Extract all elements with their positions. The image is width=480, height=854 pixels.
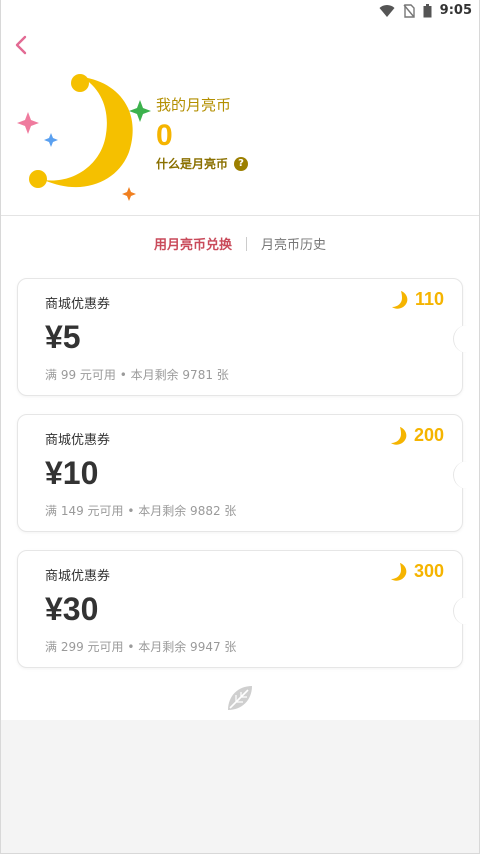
coupon-title: 商城优惠券 xyxy=(45,297,111,312)
coupon-card[interactable]: 商城优惠券 ¥5 满 99 元可用 • 本月剩余 9781 张 110 xyxy=(17,278,471,396)
no-sim-icon xyxy=(403,3,415,18)
coupon-cost-value: 110 xyxy=(414,289,444,309)
moon-icon xyxy=(391,290,408,309)
moon-icon xyxy=(390,426,407,445)
ticket-notch xyxy=(453,325,471,353)
coupon-cost: 200 xyxy=(390,425,444,446)
tab-bar: 用月亮币兑换 月亮币历史 xyxy=(0,234,480,253)
coupon-price: ¥5 xyxy=(45,319,81,355)
ticket-notch xyxy=(453,461,471,489)
coupon-cost-value: 200 xyxy=(413,425,444,445)
content-area: 用月亮币兑换 月亮币历史 商城优惠券 ¥5 满 99 元可用 • 本月剩余 97… xyxy=(0,216,480,720)
help-icon: ? xyxy=(234,156,249,171)
what-is-moon-coin-link[interactable]: 什么是月亮币 ? xyxy=(156,155,249,172)
chevron-left-icon xyxy=(15,35,27,55)
coupon-cost: 300 xyxy=(390,561,444,582)
tab-history[interactable]: 月亮币历史 xyxy=(261,234,326,253)
balance-label: 我的月亮币 xyxy=(156,96,232,114)
moon-illustration xyxy=(17,74,151,201)
balance-amount: 0 xyxy=(156,119,173,152)
ticket-notch xyxy=(453,597,471,625)
wifi-icon xyxy=(379,4,395,17)
coupon-cost-value: 300 xyxy=(413,561,444,581)
status-time: 9:05 xyxy=(439,3,472,18)
coupon-title: 商城优惠券 xyxy=(45,569,111,584)
coupon-card[interactable]: 商城优惠券 ¥10 满 149 元可用 • 本月剩余 9882 张 200 xyxy=(17,414,471,532)
what-is-label: 什么是月亮币 xyxy=(156,157,229,171)
moon-coin-header: 我的月亮币 0 什么是月亮币 ? xyxy=(0,24,480,216)
battery-icon xyxy=(423,3,432,17)
tab-redeem[interactable]: 用月亮币兑换 xyxy=(154,234,232,253)
coupon-description: 满 299 元可用 • 本月剩余 9947 张 xyxy=(45,640,237,654)
tab-divider xyxy=(246,236,247,251)
balance-info: 我的月亮币 0 什么是月亮币 ? xyxy=(156,94,249,172)
status-bar: 9:05 xyxy=(0,0,480,24)
coupon-cost: 110 xyxy=(391,289,444,310)
coupon-title: 商城优惠券 xyxy=(45,433,111,448)
back-button[interactable] xyxy=(8,32,34,58)
coupon-card[interactable]: 商城优惠券 ¥30 满 299 元可用 • 本月剩余 9947 张 300 xyxy=(17,550,471,668)
leaf-icon xyxy=(228,686,252,710)
moon-icon xyxy=(390,562,407,581)
coupon-description: 满 149 元可用 • 本月剩余 9882 张 xyxy=(45,504,237,518)
coupon-price: ¥10 xyxy=(45,455,99,491)
coupon-description: 满 99 元可用 • 本月剩余 9781 张 xyxy=(45,368,229,382)
coupon-price: ¥30 xyxy=(45,591,99,627)
